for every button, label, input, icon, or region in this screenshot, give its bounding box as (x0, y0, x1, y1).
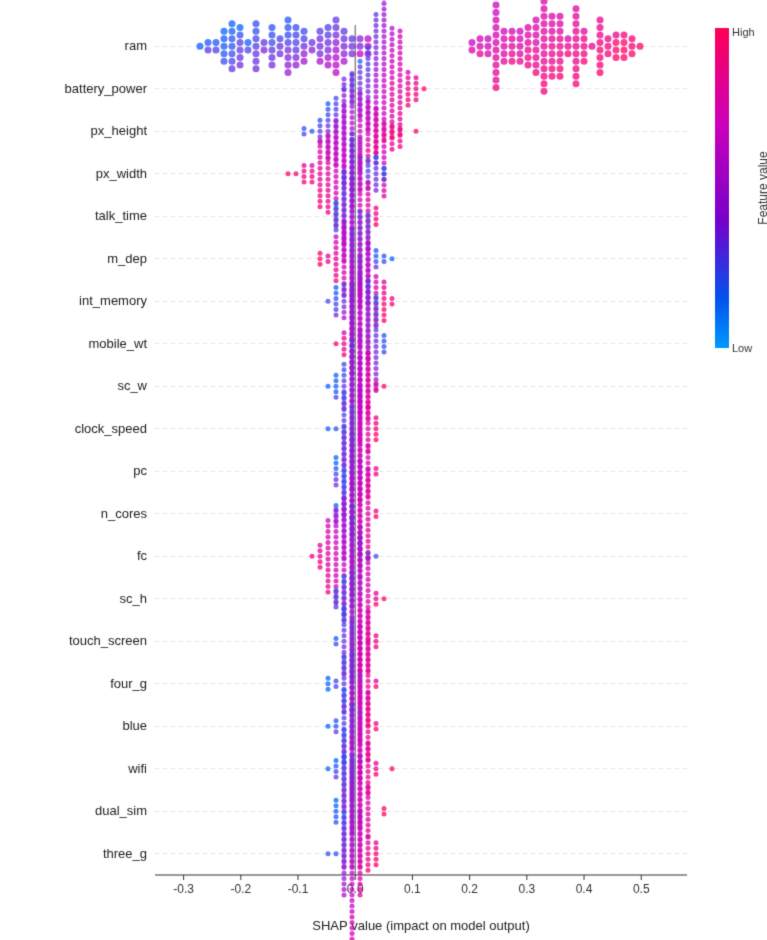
shap-beeswarm-chart (0, 0, 767, 940)
chart-container (0, 0, 767, 940)
